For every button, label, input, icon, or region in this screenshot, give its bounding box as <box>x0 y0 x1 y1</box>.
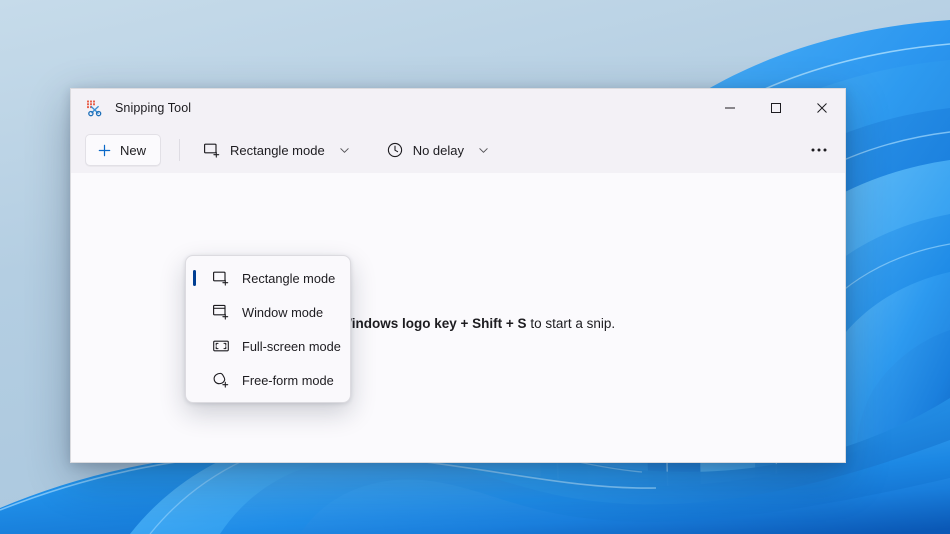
desktop-screen: Snipping Tool <box>0 0 950 534</box>
menu-item-label: Rectangle mode <box>242 271 335 286</box>
hint-shortcut: Windows logo key + Shift + S <box>339 316 526 331</box>
window-titlebar[interactable]: Snipping Tool <box>71 89 845 127</box>
menu-item-window-mode[interactable]: Window mode <box>190 295 346 329</box>
see-more-button[interactable] <box>803 135 835 165</box>
menu-item-label: Full-screen mode <box>242 339 341 354</box>
ellipsis-icon <box>810 147 828 153</box>
freeform-snip-icon <box>212 371 230 389</box>
window-snip-icon <box>212 303 230 321</box>
new-snip-label: New <box>120 143 146 158</box>
maximize-button[interactable] <box>753 89 799 127</box>
snipping-tool-window: Snipping Tool <box>70 88 846 463</box>
new-snip-button[interactable]: New <box>85 134 161 166</box>
minimize-icon <box>724 102 736 114</box>
hint-suffix: to start a snip. <box>527 316 616 331</box>
snip-canvas-area: Press Windows logo key + Shift + S to st… <box>71 173 845 462</box>
rectangle-snip-icon <box>212 269 230 287</box>
menu-item-freeform-mode[interactable]: Free-form mode <box>190 363 346 397</box>
menu-item-fullscreen-mode[interactable]: Full-screen mode <box>190 329 346 363</box>
menu-item-label: Window mode <box>242 305 323 320</box>
chevron-down-icon <box>339 145 350 156</box>
close-button[interactable] <box>799 89 845 127</box>
delay-dropdown-button[interactable]: No delay <box>379 135 496 165</box>
clock-icon <box>386 141 404 159</box>
snip-mode-dropdown-button[interactable]: Rectangle mode <box>196 135 357 165</box>
plus-icon <box>97 143 112 158</box>
selected-indicator <box>193 270 196 286</box>
chevron-down-icon <box>478 145 489 156</box>
toolbar-separator <box>179 139 180 161</box>
menu-item-rectangle-mode[interactable]: Rectangle mode <box>190 261 346 295</box>
app-toolbar: New Rectangle mode No delay <box>71 127 845 173</box>
fullscreen-snip-icon <box>212 337 230 355</box>
delay-label: No delay <box>413 143 464 158</box>
minimize-button[interactable] <box>707 89 753 127</box>
window-title: Snipping Tool <box>115 101 191 115</box>
maximize-icon <box>770 102 782 114</box>
snip-mode-menu: Rectangle mode Window mode Full-s <box>185 255 351 403</box>
snip-mode-label: Rectangle mode <box>230 143 325 158</box>
window-controls <box>707 89 845 127</box>
snipping-tool-icon <box>85 99 103 117</box>
close-icon <box>816 102 828 114</box>
menu-item-label: Free-form mode <box>242 373 334 388</box>
rectangle-snip-icon <box>203 141 221 159</box>
